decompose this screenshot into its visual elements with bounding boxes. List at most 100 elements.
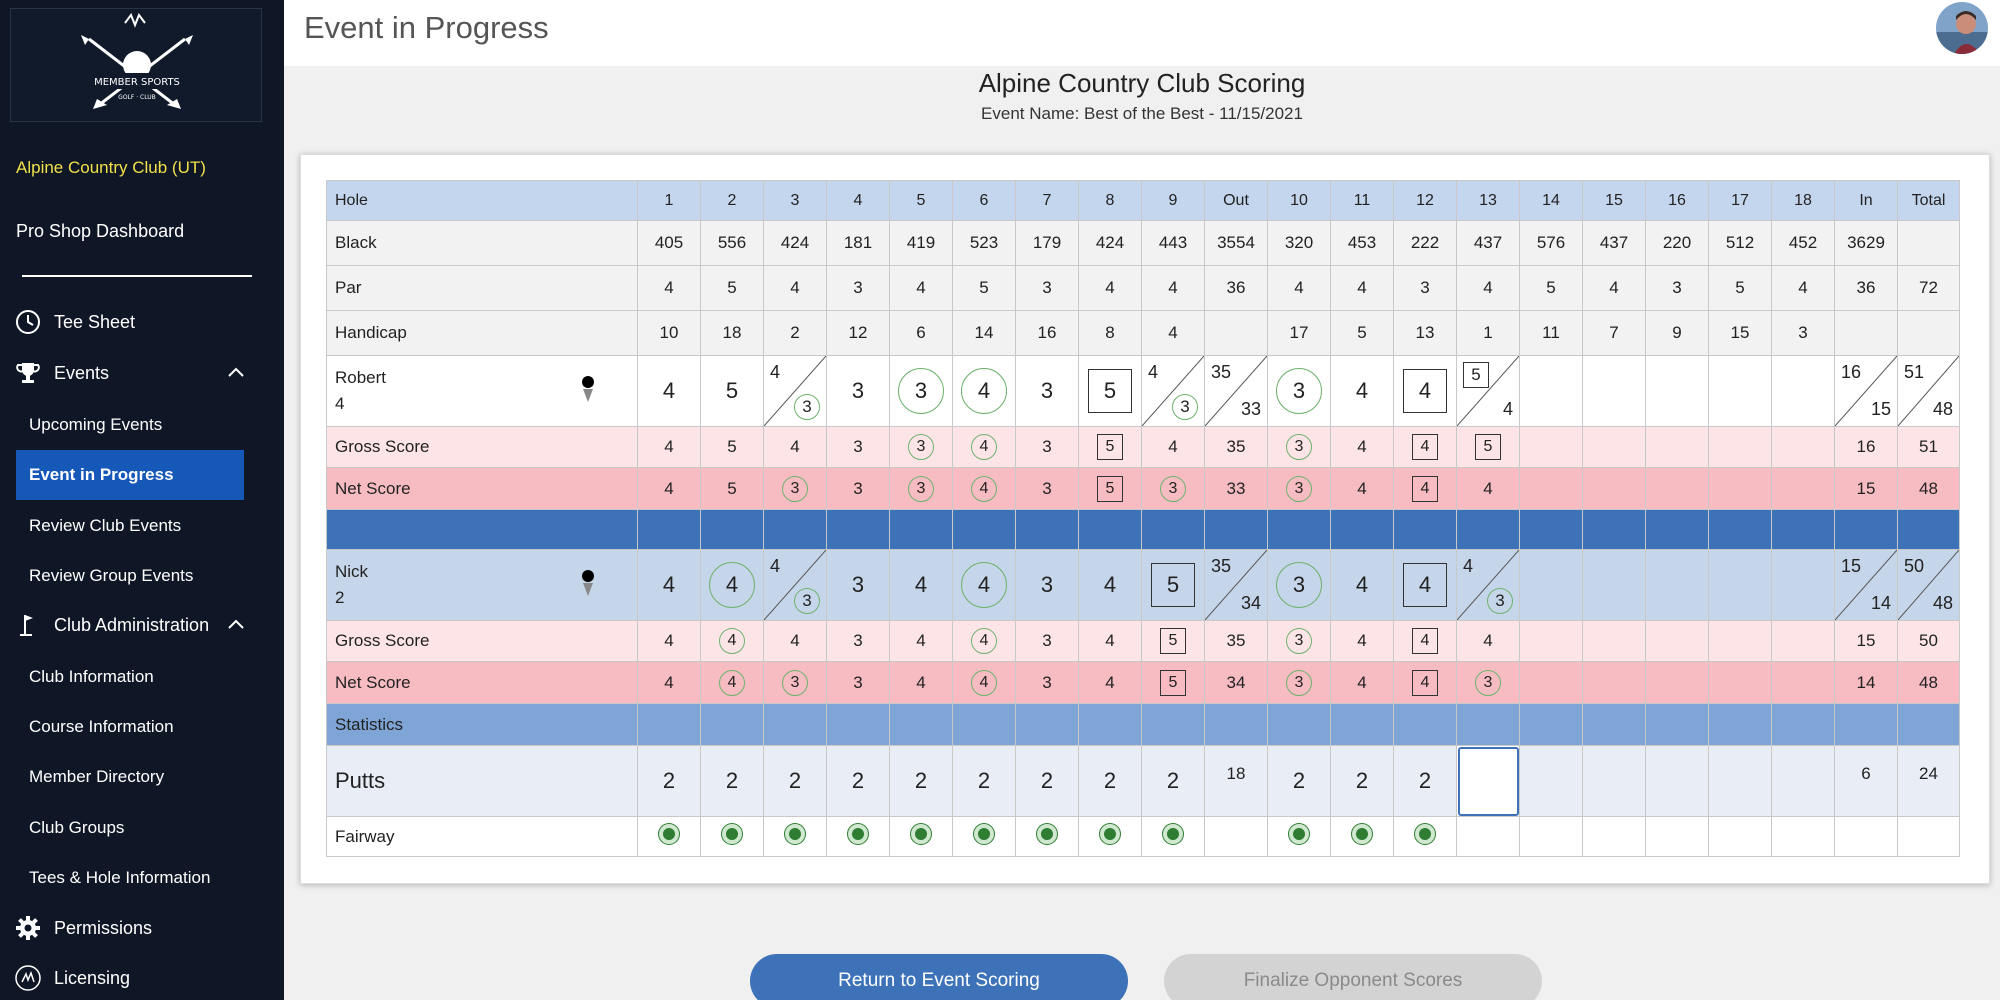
fairway-cell[interactable] [1204, 816, 1268, 857]
fairway-cell[interactable] [1267, 816, 1331, 857]
player-score-cell[interactable] [1582, 355, 1646, 427]
putts-cell[interactable] [1708, 745, 1772, 817]
nav-tee-sheet[interactable]: Tee Sheet [14, 306, 135, 338]
player-score-cell[interactable]: 5 [1141, 549, 1205, 621]
fairway-cell[interactable] [1141, 816, 1205, 857]
nav-review-club-events[interactable]: Review Club Events [16, 501, 244, 551]
player-score-cell[interactable]: 4 [1393, 355, 1457, 427]
player-score-cell[interactable]: 4 [1330, 549, 1394, 621]
fairway-cell[interactable] [1456, 816, 1520, 857]
fairway-cell[interactable] [826, 816, 890, 857]
fairway-cell[interactable] [763, 816, 827, 857]
fairway-cell[interactable] [1330, 816, 1394, 857]
putts-cell[interactable]: 2 [1141, 745, 1205, 817]
nav-course-information[interactable]: Course Information [16, 702, 244, 752]
player-score-cell[interactable] [1519, 549, 1583, 621]
nav-club-groups[interactable]: Club Groups [16, 803, 244, 853]
chevron-up-icon[interactable] [224, 613, 248, 637]
player-score-cell[interactable] [1519, 355, 1583, 427]
player-score-cell[interactable]: 5 [1078, 355, 1142, 427]
player-score-cell[interactable]: 4 [637, 355, 701, 427]
player-score-cell[interactable]: 3 [1267, 355, 1331, 427]
player-score-cell[interactable]: 3 [1015, 355, 1079, 427]
putts-cell[interactable]: 2 [952, 745, 1016, 817]
player-score-cell[interactable]: 50 48 [1897, 549, 1960, 621]
fairway-cell[interactable] [637, 816, 701, 857]
player-score-cell[interactable]: 4 [952, 355, 1016, 427]
putts-cell[interactable]: 2 [1330, 745, 1394, 817]
putts-cell[interactable]: 2 [637, 745, 701, 817]
pro-shop-dashboard-link[interactable]: Pro Shop Dashboard [16, 221, 184, 242]
player-score-cell[interactable]: 35 33 [1204, 355, 1268, 427]
player-score-cell[interactable]: 4 [1078, 549, 1142, 621]
player-score-cell[interactable]: 3 [889, 355, 953, 427]
player-score-cell[interactable]: 51 48 [1897, 355, 1960, 427]
player-score-cell[interactable] [1708, 355, 1772, 427]
putts-cell[interactable] [1582, 745, 1646, 817]
putts-cell[interactable] [1519, 745, 1583, 817]
finalize-opponent-scores-button[interactable]: Finalize Opponent Scores [1164, 954, 1542, 1000]
player-score-cell[interactable]: 43 [1141, 355, 1205, 427]
nav-events[interactable]: Events [14, 357, 109, 389]
putts-cell[interactable]: 2 [763, 745, 827, 817]
fairway-cell[interactable] [1834, 816, 1898, 857]
player-score-cell[interactable] [1708, 549, 1772, 621]
putts-cell[interactable]: 2 [1267, 745, 1331, 817]
player-score-cell[interactable]: 5 [700, 355, 764, 427]
avatar[interactable] [1936, 2, 1988, 54]
putts-cell[interactable]: 6 [1834, 745, 1898, 817]
player-score-cell[interactable]: 4 [700, 549, 764, 621]
player-score-cell[interactable]: 43 [1456, 549, 1520, 621]
player-score-cell[interactable]: 16 15 [1834, 355, 1898, 427]
player-score-cell[interactable]: 4 [637, 549, 701, 621]
fairway-cell[interactable] [952, 816, 1016, 857]
fairway-cell[interactable] [1582, 816, 1646, 857]
putts-input-active[interactable] [1456, 745, 1520, 817]
nav-club-administration[interactable]: Club Administration [14, 609, 209, 641]
player-score-cell[interactable]: 3 [1015, 549, 1079, 621]
player-score-cell[interactable] [1771, 549, 1835, 621]
nav-event-in-progress[interactable]: Event in Progress [16, 450, 244, 500]
putts-cell[interactable]: 2 [700, 745, 764, 817]
putts-cell[interactable]: 18 [1204, 745, 1268, 817]
player-score-cell[interactable]: 4 [952, 549, 1016, 621]
nav-member-directory[interactable]: Member Directory [16, 752, 244, 802]
putts-cell[interactable]: 2 [1393, 745, 1457, 817]
player-score-cell[interactable]: 43 [763, 355, 827, 427]
fairway-cell[interactable] [1708, 816, 1772, 857]
player-score-cell[interactable]: 3 [826, 355, 890, 427]
putts-cell[interactable]: 2 [1015, 745, 1079, 817]
player-score-cell[interactable] [1645, 549, 1709, 621]
fairway-cell[interactable] [1078, 816, 1142, 857]
putts-cell[interactable]: 2 [826, 745, 890, 817]
player-score-cell[interactable]: 3 [826, 549, 890, 621]
player-score-cell[interactable]: 4 [1393, 549, 1457, 621]
putts-cell[interactable]: 2 [1078, 745, 1142, 817]
return-to-event-scoring-button[interactable]: Return to Event Scoring [750, 954, 1128, 1000]
fairway-cell[interactable] [1645, 816, 1709, 857]
nav-club-information[interactable]: Club Information [16, 652, 244, 702]
chevron-up-icon[interactable] [224, 361, 248, 385]
nav-upcoming-events[interactable]: Upcoming Events [16, 400, 244, 450]
fairway-cell[interactable] [1897, 816, 1960, 857]
player-score-cell[interactable] [1771, 355, 1835, 427]
player-score-cell[interactable]: 43 [763, 549, 827, 621]
nav-licensing[interactable]: Licensing [14, 962, 130, 994]
nav-tees-hole-information[interactable]: Tees & Hole Information [16, 853, 244, 903]
fairway-cell[interactable] [889, 816, 953, 857]
fairway-cell[interactable] [1015, 816, 1079, 857]
nav-review-group-events[interactable]: Review Group Events [16, 551, 244, 601]
putts-cell[interactable]: 24 [1897, 745, 1960, 817]
player-score-cell[interactable]: 4 [1330, 355, 1394, 427]
player-score-cell[interactable]: 54 [1456, 355, 1520, 427]
player-score-cell[interactable]: 3 [1267, 549, 1331, 621]
fairway-cell[interactable] [1393, 816, 1457, 857]
player-score-cell[interactable] [1645, 355, 1709, 427]
putts-cell[interactable]: 2 [889, 745, 953, 817]
putts-cell[interactable] [1645, 745, 1709, 817]
player-score-cell[interactable]: 15 14 [1834, 549, 1898, 621]
player-score-cell[interactable] [1582, 549, 1646, 621]
fairway-cell[interactable] [1771, 816, 1835, 857]
fairway-cell[interactable] [700, 816, 764, 857]
nav-permissions[interactable]: Permissions [14, 912, 152, 944]
